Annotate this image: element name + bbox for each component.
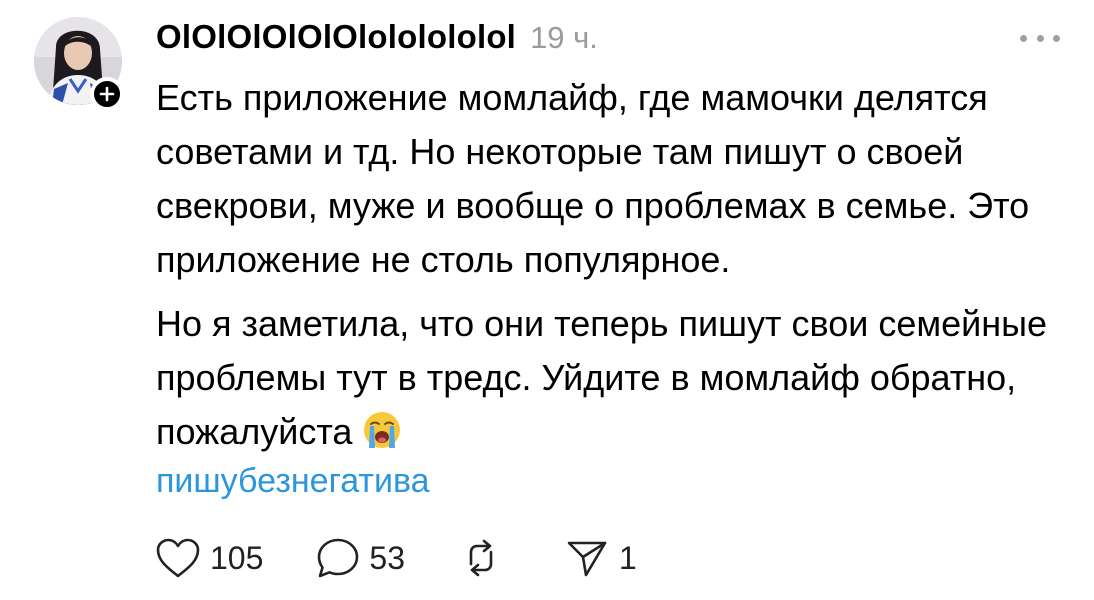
post-paragraph-text: Есть приложение момлайф, где мамочки дел…: [156, 77, 1030, 280]
repost-button[interactable]: [459, 536, 511, 580]
heart-icon: [156, 538, 200, 578]
avatar-container[interactable]: [34, 17, 124, 111]
more-horizontal-icon-dot: [1020, 34, 1027, 42]
comment-bubble-icon: [318, 538, 359, 578]
loudly-crying-face-icon: [362, 410, 402, 465]
post-header: OlOlOlOlOlOlololololol 19 ч.: [156, 18, 598, 62]
username[interactable]: OlOlOlOlOlOlololololol: [156, 18, 516, 56]
hashtag-link[interactable]: пишубезнегатива: [156, 462, 430, 501]
timestamp: 19 ч.: [530, 20, 598, 55]
reply-count: 53: [369, 539, 405, 576]
more-options-button[interactable]: [1020, 30, 1060, 46]
plus-icon: [99, 86, 115, 102]
reply-button[interactable]: 53: [315, 536, 405, 580]
more-horizontal-icon-dot: [1053, 34, 1060, 42]
more-horizontal-icon-dot: [1036, 34, 1044, 42]
post-paragraph: Но я заметила, что они теперь пишут свои…: [156, 297, 1076, 465]
action-bar: 105 53 1: [154, 536, 637, 580]
share-button[interactable]: 1: [565, 536, 637, 580]
post-paragraph-text: Но я заметила, что они теперь пишут свои…: [156, 303, 1048, 452]
post-text: Есть приложение момлайф, где мамочки дел…: [156, 71, 1076, 465]
share-count: 1: [618, 539, 637, 576]
post-paragraph: Есть приложение момлайф, где мамочки дел…: [156, 71, 1076, 287]
like-count: 105: [210, 539, 264, 576]
follow-button[interactable]: [90, 77, 124, 111]
like-button[interactable]: 105: [154, 536, 263, 580]
send-paper-plane-icon: [567, 541, 607, 577]
repost-arrows-icon: [469, 539, 493, 577]
